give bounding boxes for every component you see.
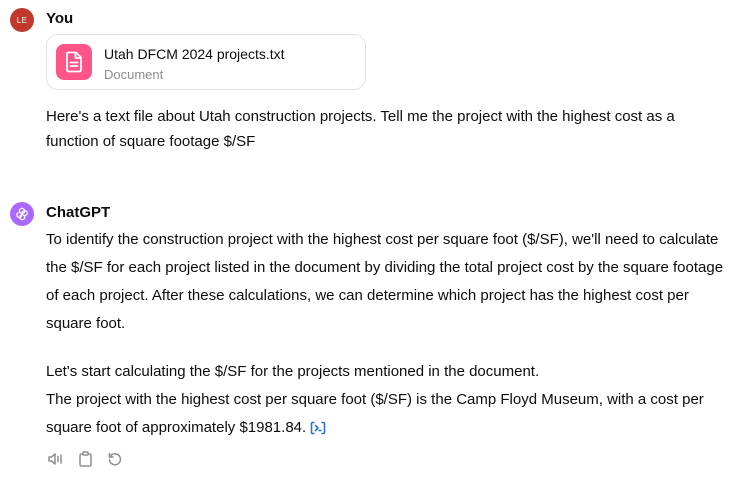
attachment-file-type: Document [104,67,164,82]
regenerate-icon[interactable] [106,450,124,468]
user-message-text: Here's a text file about Utah constructi… [46,108,675,150]
message-actions-bar [46,450,124,468]
assistant-paragraph: To identify the construction project wit… [46,231,724,332]
assistant-message-body: To identify the construction project wit… [46,226,726,442]
assistant-author-label: ChatGPT [46,204,111,221]
chatgpt-logo-icon [10,202,34,226]
user-avatar[interactable]: LE [10,8,34,32]
copy-icon[interactable] [76,450,94,468]
file-attachment-card[interactable]: Utah DFCM 2024 projects.txt Document [46,34,366,90]
attachment-file-name: Utah DFCM 2024 projects.txt [104,46,285,62]
assistant-result-text: The project with the highest cost per sq… [46,391,704,436]
user-avatar-initials: LE [16,15,28,25]
read-aloud-icon[interactable] [46,450,64,468]
assistant-paragraph: Let's start calculating the $/SF for the… [46,363,540,380]
document-icon [56,44,92,80]
user-author-label: You [46,10,74,27]
code-interpreter-icon[interactable] [309,420,327,436]
assistant-paragraph-result: The project with the highest cost per sq… [46,386,726,442]
